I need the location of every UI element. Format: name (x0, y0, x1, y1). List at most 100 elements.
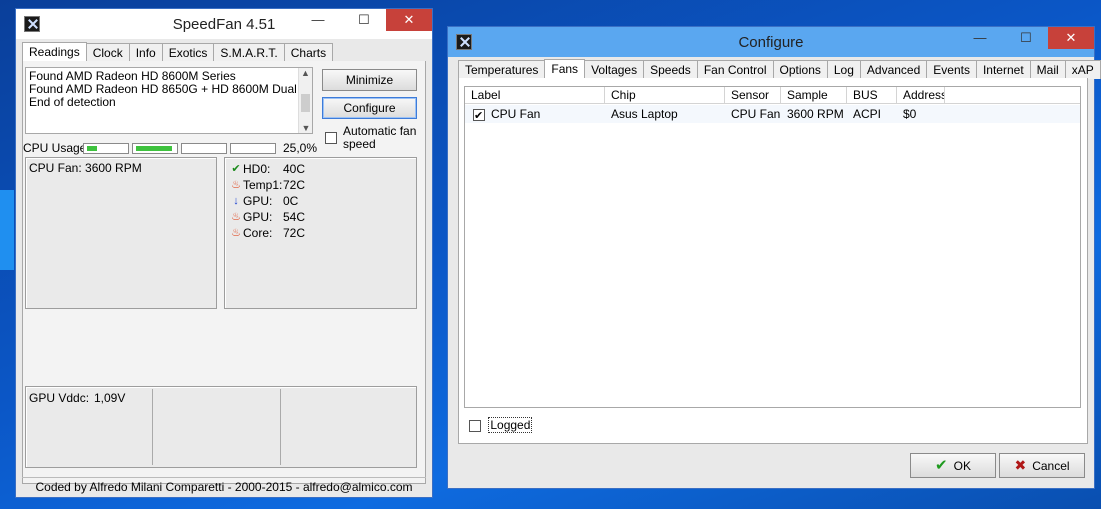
fan-enabled-checkbox[interactable] (473, 107, 485, 123)
temperature-row: ↓ GPU: 0C (229, 193, 305, 209)
automatic-fan-speed-label: Automatic fan speed (343, 124, 417, 151)
fan-chip-cell: Asus Laptop (611, 107, 678, 121)
tab-speeds[interactable]: Speeds (643, 60, 698, 79)
temperature-name: Temp1: (243, 178, 283, 192)
log-line: End of detection (29, 95, 116, 109)
close-window-button[interactable]: ✕ (1048, 27, 1094, 49)
temperature-value: 40C (283, 162, 306, 176)
readings-tab-panel: Found AMD Radeon HD 8600M Series Found AM… (22, 61, 426, 484)
column-header-sensor[interactable]: Sensor (725, 87, 781, 103)
tab-options[interactable]: Options (772, 60, 828, 79)
fans-tab-panel: LabelChipSensorSampleBUSAddress CPU Fan A… (458, 78, 1088, 444)
minimize-window-button[interactable]: — (958, 27, 1002, 49)
ok-button[interactable]: ✔ OK (910, 453, 996, 478)
table-row[interactable]: CPU Fan Asus Laptop CPU Fan 3600 RPM ACPI $0 (465, 105, 1080, 123)
voltage-readings-panel: GPU Vddc: 1,09V (25, 386, 417, 468)
temperature-row: ✔ HD0: 40C (229, 161, 305, 177)
scroll-down-icon[interactable]: ▼ (299, 123, 312, 133)
flame-icon: ♨ (231, 179, 241, 191)
speedfan-titlebar[interactable]: SpeedFan 4.51 — ☐ ✕ (16, 9, 432, 39)
voltage-divider (152, 389, 153, 465)
check-icon: ✔ (231, 163, 241, 175)
detection-log: Found AMD Radeon HD 8600M Series Found AM… (25, 67, 313, 134)
maximize-window-button[interactable]: ☐ (342, 9, 386, 31)
tab-charts[interactable]: Charts (283, 43, 334, 62)
configure-titlebar[interactable]: Configure — ☐ ✕ (448, 27, 1094, 57)
voltage-divider (280, 389, 281, 465)
temperature-value: 72C (283, 226, 306, 240)
temperature-value: 72C (283, 178, 306, 192)
tab-readings[interactable]: Readings (22, 42, 87, 63)
temperature-name: Core: (243, 226, 273, 240)
tab-xap[interactable]: xAP (1064, 60, 1101, 79)
tab-internet[interactable]: Internet (975, 60, 1031, 79)
tab-s-m-a-r-t[interactable]: S.M.A.R.T. (213, 43, 285, 62)
arrow-down-icon: ↓ (233, 195, 239, 207)
log-scrollbar[interactable]: ▲ ▼ (298, 68, 312, 133)
cancel-button[interactable]: ✖ Cancel (999, 453, 1085, 478)
configure-button[interactable]: Configure (322, 97, 417, 119)
cancel-label: Cancel (1032, 459, 1070, 473)
temperature-row: ♨ Temp1: 72C (229, 177, 305, 193)
tab-exotics[interactable]: Exotics (161, 43, 215, 62)
cpu-usage-label: CPU Usage (23, 141, 87, 155)
configure-tabs: Temperatures Fans Voltages Speeds Fan Contro… (458, 59, 1101, 80)
tab-advanced[interactable]: Advanced (859, 60, 928, 79)
ok-check-icon: ✔ (935, 457, 948, 474)
column-header-chip[interactable]: Chip (605, 87, 725, 103)
fan-sensor-cell: CPU Fan (731, 107, 781, 121)
logged-checkbox[interactable] (469, 419, 481, 432)
temperature-readings-panel: ✔ HD0: 40C ♨ Temp1: 72C ↓ GPU: 0C ♨ GPU: 54C ♨ Core: 7… (224, 157, 417, 309)
speedfan-window: SpeedFan 4.51 — ☐ ✕ Readings Clock Info Exo… (15, 8, 433, 498)
desktop-background (0, 190, 14, 270)
column-header-label[interactable]: Label (465, 87, 605, 103)
temperature-value: 0C (283, 194, 299, 208)
cpu-core-fill (87, 146, 97, 151)
fan-label-cell: CPU Fan (465, 105, 605, 123)
tab-log[interactable]: Log (826, 60, 861, 79)
temperature-value: 54C (283, 210, 306, 224)
fan-readings-panel: CPU Fan: 3600 RPM (25, 157, 217, 309)
cpu-core-bar (230, 143, 276, 154)
temperature-name: GPU: (243, 210, 273, 224)
fans-list: LabelChipSensorSampleBUSAddress CPU Fan A… (464, 86, 1081, 408)
minimize-button[interactable]: Minimize (322, 69, 417, 91)
column-header-address[interactable]: Address (897, 87, 945, 103)
column-header-bus[interactable]: BUS (847, 87, 897, 103)
fan-readout: CPU Fan: 3600 RPM (29, 161, 142, 175)
minimize-window-button[interactable]: — (296, 9, 340, 31)
flame-icon: ♨ (231, 227, 241, 239)
close-window-button[interactable]: ✕ (386, 9, 432, 31)
logged-label: Logged (488, 417, 533, 433)
fan-address-cell: $0 (903, 107, 917, 121)
tab-clock[interactable]: Clock (85, 43, 130, 62)
fan-label: CPU Fan (491, 107, 541, 121)
cpu-usage-value: 25,0% (283, 141, 318, 155)
tab-fans[interactable]: Fans (544, 59, 586, 80)
configure-window: Configure — ☐ ✕ Temperatures Fans Voltages… (447, 26, 1101, 489)
automatic-fan-speed-checkbox[interactable] (325, 132, 337, 144)
fan-sample-cell: 3600 RPM (787, 107, 844, 121)
ok-label: OK (953, 459, 971, 473)
voltage-value: 1,09V (94, 391, 126, 405)
scroll-thumb[interactable] (301, 94, 310, 112)
temperature-name: HD0: (243, 162, 271, 176)
scroll-up-icon[interactable]: ▲ (299, 68, 312, 78)
cpu-core-bar (181, 143, 227, 154)
column-header-sample[interactable]: Sample (781, 87, 847, 103)
maximize-window-button[interactable]: ☐ (1004, 27, 1048, 49)
voltage-label: GPU Vddc: (29, 391, 90, 405)
tab-temperatures[interactable]: Temperatures (458, 60, 546, 79)
cpu-core-bar (83, 143, 129, 154)
temperature-name: GPU: (243, 194, 273, 208)
logged-option[interactable]: Logged (469, 417, 533, 433)
tab-fan-control[interactable]: Fan Control (696, 60, 774, 79)
cpu-core-fill (136, 146, 172, 151)
tab-info[interactable]: Info (128, 43, 163, 62)
fan-bus-cell: ACPI (853, 107, 882, 121)
cancel-x-icon: ✖ (1014, 457, 1027, 473)
tab-events[interactable]: Events (926, 60, 977, 79)
flame-icon: ♨ (231, 211, 241, 223)
tab-mail[interactable]: Mail (1029, 60, 1066, 79)
tab-voltages[interactable]: Voltages (584, 60, 645, 79)
